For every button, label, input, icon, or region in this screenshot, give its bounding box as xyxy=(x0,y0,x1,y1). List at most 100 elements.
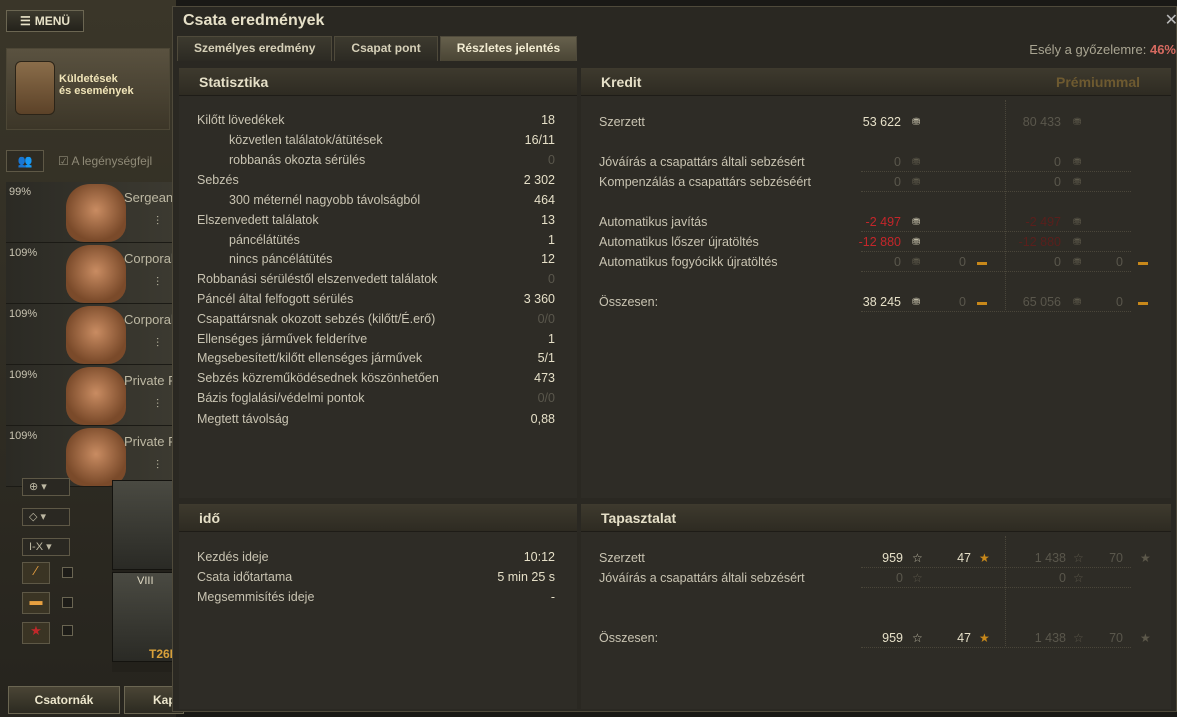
tier-filter-dropdown[interactable]: I-X ▾ xyxy=(22,538,70,556)
column-divider xyxy=(1005,100,1006,310)
missions-label-2: és események xyxy=(59,85,134,97)
premium-free-xp-value: 70 xyxy=(1109,551,1123,565)
filter-checkbox[interactable] xyxy=(62,597,73,608)
tab-team[interactable]: Csapat pont xyxy=(334,36,438,61)
gold-icon[interactable]: ▬ xyxy=(22,592,50,614)
crew-skill-percent: 109% xyxy=(9,308,38,320)
credit-value: 38 245 xyxy=(862,295,901,309)
statistics-panel: Statisztika Kilőtt lövedékek 18 közvetlen … xyxy=(179,68,577,498)
premium-xp-star-icon: ☆ xyxy=(1073,571,1084,585)
credit-label: Jóváírás a csapattárs általi sebzésért xyxy=(599,155,805,169)
value-underline xyxy=(861,191,1131,192)
menu-button[interactable]: ☰ MENÜ xyxy=(6,10,84,32)
credit-label: Összesen: xyxy=(599,295,659,309)
crew-member[interactable]: 109% Private F ⫶ xyxy=(6,365,176,426)
filter-checkbox[interactable] xyxy=(62,625,73,636)
value-underline xyxy=(861,271,1131,272)
tab-bar: Személyes eredmény Csapat pont Részletes… xyxy=(177,36,579,61)
xp-star-icon: ☆ xyxy=(912,631,923,645)
credit-value: -12 880 xyxy=(858,235,901,249)
credit-panel: Kredit Prémiummal Szerzett 53 622 ⛃ 80 433 ⛃… xyxy=(581,68,1171,498)
experience-label: Összesen: xyxy=(599,631,659,645)
premium-xp-star-icon: ☆ xyxy=(1073,631,1084,645)
experience-header: Tapasztalat xyxy=(581,504,1171,532)
stat-value: 1 xyxy=(548,332,555,346)
missions-bag-icon xyxy=(15,61,55,115)
credit-value: 0 xyxy=(894,175,901,189)
star-icon[interactable]: ★ xyxy=(22,622,50,644)
premium-header: Prémiummal xyxy=(1056,74,1141,90)
premium-credit-value: 0 xyxy=(1054,255,1061,269)
tab-personal[interactable]: Személyes eredmény xyxy=(177,36,333,61)
crew-rank: Private F xyxy=(124,373,176,388)
stat-label: közvetlen találatok/átütések xyxy=(229,133,383,147)
crew-portrait xyxy=(66,428,126,486)
credit-coin-icon: ⛃ xyxy=(912,297,921,308)
experience-value: 959 xyxy=(882,631,903,645)
stat-label: páncélátütés xyxy=(229,233,300,247)
value-underline xyxy=(861,567,1131,568)
credit-coin-icon: ⛃ xyxy=(912,117,921,128)
premium-credit-value: 80 433 xyxy=(1022,115,1061,129)
rank-chevron-icon: ⫶ xyxy=(156,336,160,350)
stat-value: 18 xyxy=(541,113,555,127)
nation-filter-dropdown[interactable]: ⊕ ▾ xyxy=(22,478,70,496)
free-xp-value: 47 xyxy=(957,631,971,645)
crew-filter-label: A legénységfejl xyxy=(71,154,153,168)
crew-skill-percent: 109% xyxy=(9,369,38,381)
premium-coin-icon: ⛃ xyxy=(1073,257,1082,268)
crew-rank: Private F xyxy=(124,434,176,449)
xp-star-icon: ☆ xyxy=(912,551,923,565)
crew-rank: Corporal xyxy=(124,312,174,327)
garage-sidebar: ☰ MENÜ Küldetések és események 👥 ☑ A leg… xyxy=(0,0,184,717)
crew-member[interactable]: 109% Corporal ⫶ xyxy=(6,243,176,304)
value-underline xyxy=(861,587,1131,588)
filter-checkbox[interactable] xyxy=(62,567,73,578)
win-chance-value: 46% xyxy=(1149,42,1176,57)
premium-free-xp-star-icon: ★ xyxy=(1140,631,1151,645)
rank-chevron-icon: ⫶ xyxy=(156,458,160,472)
missions-button[interactable]: Küldetések és események xyxy=(6,48,170,130)
rank-chevron-icon: ⫶ xyxy=(156,214,160,228)
premium-gold-value: 0 xyxy=(1116,295,1123,309)
credit-coin-icon: ⛃ xyxy=(912,217,921,228)
premium-credit-value: 0 xyxy=(1054,155,1061,169)
premium-free-xp-star-icon: ★ xyxy=(1140,551,1151,565)
win-chance: Esély a győzelemre: 46% xyxy=(1029,42,1176,57)
credit-coin-icon: ⛃ xyxy=(912,257,921,268)
experience-value: 0 xyxy=(896,571,903,585)
crew-member[interactable]: 109% Corporal ⫶ xyxy=(6,304,176,365)
stat-value: 0/0 xyxy=(537,391,555,405)
tank-card[interactable]: VIII T26E xyxy=(112,572,178,662)
time-value: 5 min 25 s xyxy=(497,570,555,584)
crew-filter[interactable]: ☑ A legénységfejl xyxy=(58,154,152,168)
premium-experience-value: 1 438 xyxy=(1034,631,1066,645)
premium-free-xp-value: 70 xyxy=(1109,631,1123,645)
credit-value: -2 497 xyxy=(865,215,901,229)
rank-chevron-icon: ⫶ xyxy=(156,397,160,411)
tab-detailed[interactable]: Részletes jelentés xyxy=(439,36,578,61)
credit-coin-icon: ⛃ xyxy=(912,237,921,248)
tank-card[interactable] xyxy=(112,480,174,570)
stat-value: 13 xyxy=(541,213,555,227)
crew-member[interactable]: 99% Sergean ⫶ xyxy=(6,182,176,243)
crew-rank: Sergean xyxy=(124,190,174,205)
free-xp-value: 47 xyxy=(957,551,971,565)
time-label: Megsemmisítés ideje xyxy=(197,590,315,604)
stat-label: Páncél által felfogott sérülés xyxy=(197,292,354,306)
battle-results-dialog: Csata eredmények ✕ Személyes eredmény Cs… xyxy=(172,6,1177,712)
crew-icon[interactable]: 👥 xyxy=(6,150,44,172)
close-icon[interactable]: ✕ xyxy=(1165,10,1177,30)
crew-rank: Corporal xyxy=(124,251,174,266)
stat-value: 0/0 xyxy=(537,312,555,326)
time-value: 10:12 xyxy=(523,550,555,564)
crew-skill-percent: 99% xyxy=(9,186,32,198)
shell-icon[interactable]: ⁄ xyxy=(22,562,50,584)
consumable-filters: ⁄ ▬ ★ xyxy=(22,562,50,652)
crew-skill-percent: 109% xyxy=(9,430,38,442)
channels-button[interactable]: Csatornák xyxy=(8,686,120,714)
crew-list: 99% Sergean ⫶ 109% Corporal ⫶ 109% Corpo… xyxy=(6,182,176,487)
experience-value: 959 xyxy=(882,551,903,565)
type-filter-dropdown[interactable]: ◇ ▾ xyxy=(22,508,70,526)
stat-label: 300 méternél nagyobb távolságból xyxy=(229,193,421,207)
